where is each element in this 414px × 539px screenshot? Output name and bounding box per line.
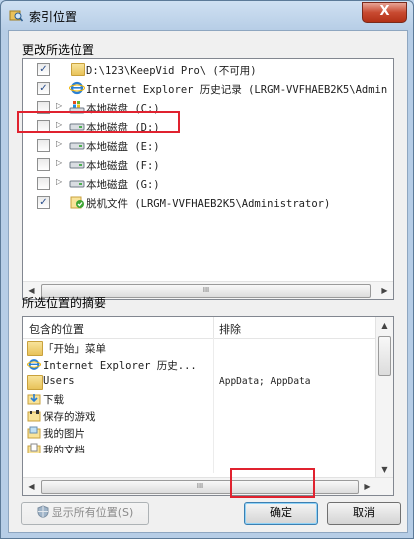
included-location: Internet Explorer 历史...	[43, 360, 197, 372]
scroll-thumb[interactable]	[378, 336, 391, 376]
included-location: 「开始」菜单	[43, 343, 106, 355]
location-label: 本地磁盘 (F:)	[86, 160, 160, 172]
expand-arrow-icon[interactable]: ▷	[56, 101, 62, 110]
summary-row[interactable]: 保存的游戏	[23, 407, 376, 424]
ok-button-highlight-box	[230, 468, 315, 498]
documents-folder-icon	[27, 443, 41, 453]
location-checkbox[interactable]: ✓	[37, 196, 50, 209]
offline-files-icon	[70, 196, 84, 209]
expand-arrow-icon[interactable]: ▷	[56, 158, 62, 167]
summary-row[interactable]: 「开始」菜单	[23, 339, 376, 356]
location-checkbox[interactable]	[37, 139, 50, 152]
location-checkbox[interactable]: ✓	[37, 63, 50, 76]
indexing-options-icon	[9, 10, 23, 22]
location-checkbox[interactable]	[37, 177, 50, 190]
uac-shield-icon	[37, 505, 49, 518]
summary-row[interactable]: 我的图片	[23, 424, 376, 441]
indexing-locations-window: 索引位置 X 更改所选位置 ✓ D:\123\KeepVid Pro\ (不可用…	[0, 0, 414, 539]
pictures-folder-icon	[27, 426, 41, 439]
summary-row[interactable]: 下载	[23, 390, 376, 407]
title-bar[interactable]: 索引位置 X	[1, 1, 413, 29]
location-label: D:\123\KeepVid Pro\ (不可用)	[86, 65, 257, 77]
excluded-value: AppData; AppData	[219, 376, 311, 387]
location-checkbox[interactable]	[37, 158, 50, 171]
location-label: 脱机文件 (LRGM-VVFHAEB2K5\Administrator)	[86, 198, 331, 210]
location-label: Internet Explorer 历史记录 (LRGM-VVFHAEB2K5\…	[86, 84, 388, 96]
header-included-locations[interactable]: 包含的位置	[29, 321, 84, 337]
tree-row-offline-files[interactable]: ✓ 脱机文件 (LRGM-VVFHAEB2K5\Administrator)	[23, 193, 378, 212]
summary-header: 包含的位置 排除	[23, 317, 376, 339]
summary-row[interactable]: Internet Explorer 历史...	[23, 356, 376, 373]
games-folder-icon	[27, 410, 41, 422]
included-location: 下载	[43, 394, 64, 406]
summary-list[interactable]: 包含的位置 排除 「开始」菜单 Internet Explorer 历史...	[22, 316, 394, 496]
header-excluded[interactable]: 排除	[219, 321, 241, 337]
location-checkbox[interactable]: ✓	[37, 82, 50, 95]
change-locations-label: 更改所选位置	[22, 43, 95, 57]
included-location: 保存的游戏	[43, 411, 96, 423]
tree-row-drive-f[interactable]: ▷ 本地磁盘 (F:)	[23, 155, 378, 174]
download-folder-icon	[27, 394, 41, 405]
drive-icon	[69, 161, 85, 169]
expand-arrow-icon[interactable]: ▷	[56, 177, 62, 186]
ok-button[interactable]: 确定	[244, 502, 318, 525]
internet-explorer-icon	[69, 81, 85, 95]
tree-row-ie-history[interactable]: ✓ Internet Explorer 历史记录 (LRGM-VVFHAEB2K…	[23, 79, 387, 98]
cancel-button[interactable]: 取消	[327, 502, 401, 525]
folder-icon	[27, 341, 43, 356]
summary-row[interactable]: Users AppData; AppData	[23, 373, 376, 390]
scroll-up-icon[interactable]: ▲	[376, 317, 393, 334]
drive-icon	[69, 180, 85, 188]
internet-explorer-icon	[27, 359, 41, 370]
location-label: 本地磁盘 (G:)	[86, 179, 160, 191]
close-button[interactable]: X	[362, 2, 407, 23]
folder-icon	[71, 63, 85, 76]
included-location: Users	[43, 375, 75, 387]
scroll-right-icon[interactable]: ▶	[359, 478, 376, 495]
summary-label: 所选位置的摘要	[22, 296, 107, 310]
expand-arrow-icon[interactable]: ▷	[56, 139, 62, 148]
tree-row-drive-e[interactable]: ▷ 本地磁盘 (E:)	[23, 136, 378, 155]
scroll-left-icon[interactable]: ◀	[23, 478, 40, 495]
header-divider[interactable]	[213, 317, 214, 338]
tree-row-drive-g[interactable]: ▷ 本地磁盘 (G:)	[23, 174, 378, 193]
show-all-label: 显示所有位置(S)	[51, 506, 134, 519]
drive-d-highlight-box	[17, 111, 180, 133]
summary-horizontal-scrollbar[interactable]: ◀ III ▶	[23, 477, 393, 495]
included-location: 我的图片	[43, 428, 85, 440]
location-label: 本地磁盘 (E:)	[86, 141, 160, 153]
summary-vertical-scrollbar[interactable]: ▲ ▼	[375, 317, 393, 478]
summary-row[interactable]: 我的文档	[23, 441, 376, 453]
locations-tree[interactable]: ✓ D:\123\KeepVid Pro\ (不可用) ✓ Internet E…	[22, 58, 394, 300]
dialog-body: 更改所选位置 ✓ D:\123\KeepVid Pro\ (不可用) ✓ Int…	[8, 30, 408, 533]
folder-icon	[27, 375, 43, 390]
window-title: 索引位置	[29, 10, 78, 24]
show-all-locations-button[interactable]: 显示所有位置(S)	[21, 502, 149, 525]
scroll-right-icon[interactable]: ▶	[376, 282, 393, 299]
included-location: 我的文档	[43, 445, 85, 453]
tree-row-keepvid[interactable]: ✓ D:\123\KeepVid Pro\ (不可用)	[23, 60, 378, 79]
drive-icon	[69, 142, 85, 150]
scroll-down-icon[interactable]: ▼	[376, 461, 393, 478]
